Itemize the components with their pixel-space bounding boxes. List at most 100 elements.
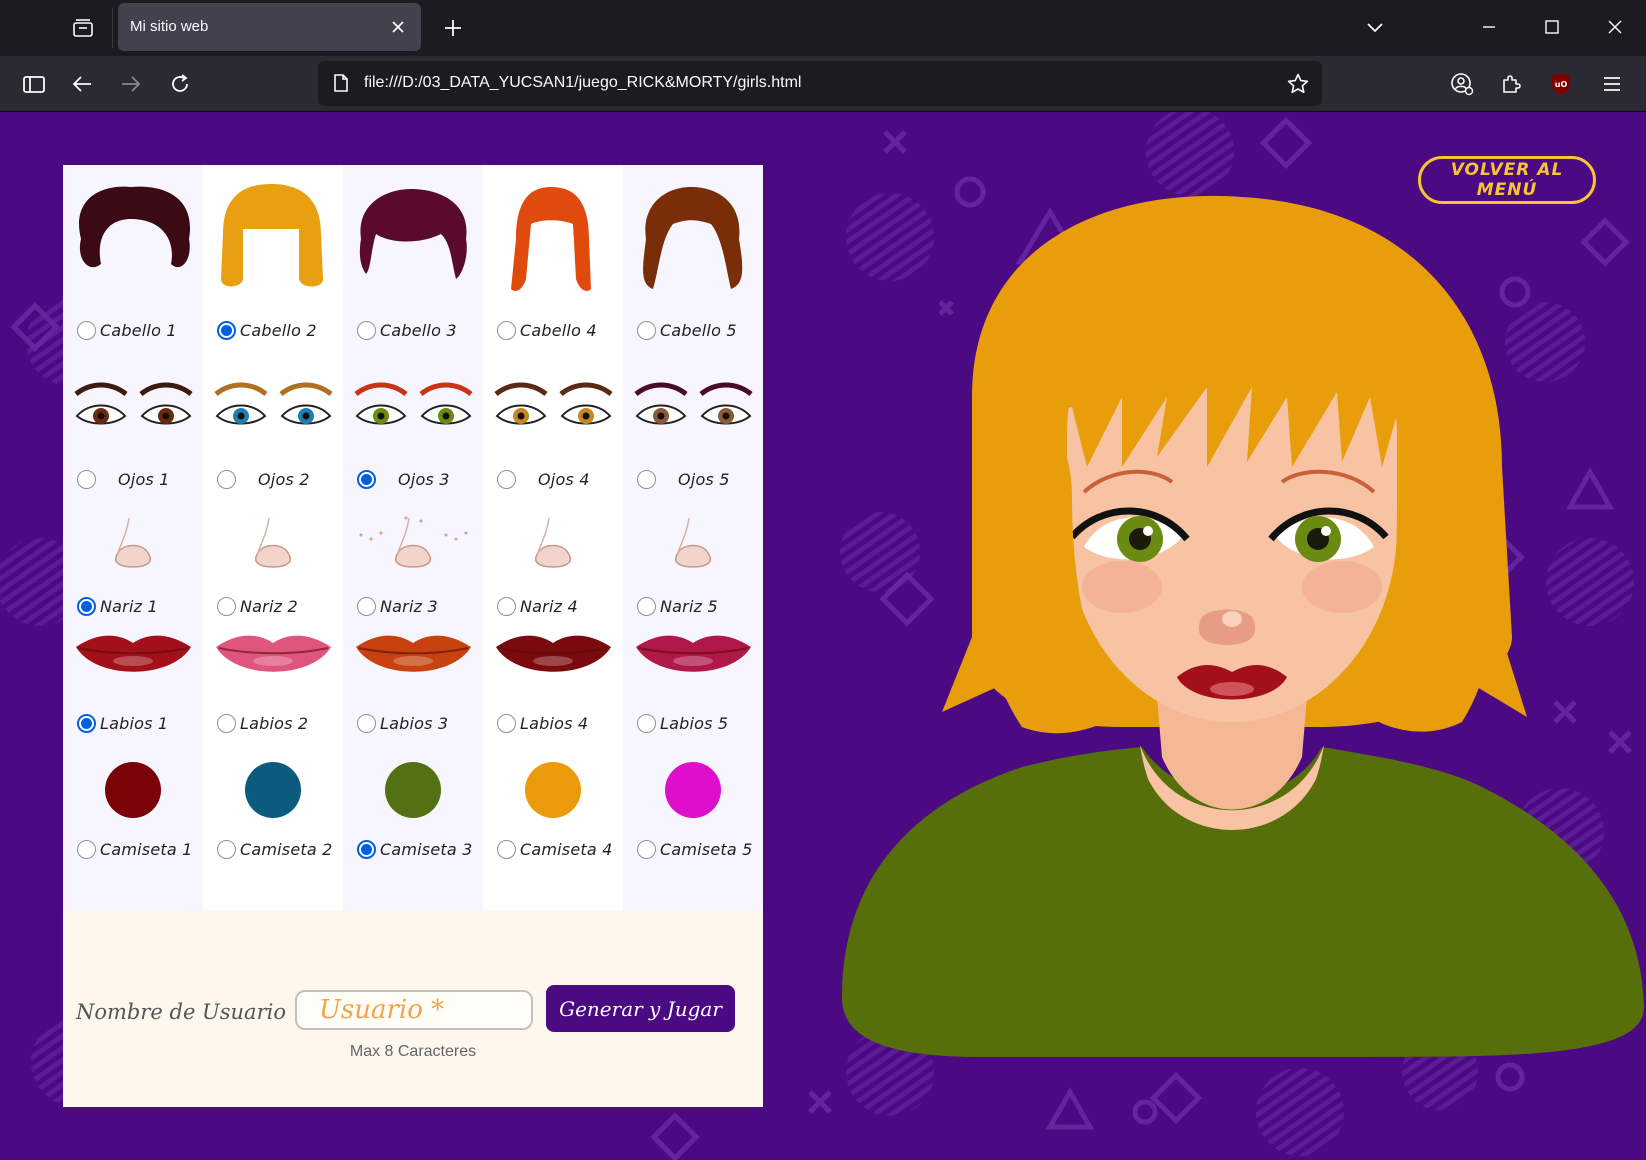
hair-thumbnail[interactable] — [63, 180, 203, 290]
eyes-radio[interactable] — [357, 470, 376, 489]
eyes-radio[interactable] — [497, 470, 516, 489]
minimize-icon[interactable] — [1466, 8, 1512, 46]
hair-thumbnail[interactable] — [343, 180, 483, 290]
shirt-thumbnail[interactable] — [623, 760, 763, 820]
username-input[interactable] — [295, 990, 533, 1030]
shirt-radio-row[interactable]: Camiseta 5 — [637, 840, 753, 859]
eyes-thumbnail[interactable] — [343, 375, 483, 445]
hair-radio[interactable] — [637, 321, 656, 340]
nose-thumbnail[interactable] — [203, 510, 343, 570]
lips-thumbnail[interactable] — [343, 620, 483, 690]
lips-label: Labios 2 — [240, 714, 309, 733]
menu-hamburger-icon[interactable] — [1594, 66, 1630, 102]
reload-icon[interactable] — [162, 66, 198, 102]
forward-icon[interactable] — [113, 66, 149, 102]
shirt-radio-row[interactable]: Camiseta 4 — [497, 840, 613, 859]
nose-radio-row[interactable]: Nariz 1 — [77, 597, 158, 616]
hair-radio[interactable] — [77, 321, 96, 340]
lips-radio-row[interactable]: Labios 4 — [497, 714, 588, 733]
hair-radio-row[interactable]: Cabello 1 — [77, 321, 177, 340]
hair-radio-row[interactable]: Cabello 2 — [217, 321, 317, 340]
chevron-down-icon[interactable] — [1352, 8, 1398, 46]
url-bar[interactable]: file:///D:/03_DATA_YUCSAN1/juego_RICK&MO… — [318, 61, 1322, 106]
lips-thumbnail[interactable] — [63, 620, 203, 690]
back-icon[interactable] — [64, 66, 100, 102]
eyes-radio-row[interactable]: Ojos 2 — [217, 470, 310, 489]
lips-thumbnail[interactable] — [203, 620, 343, 690]
lips-radio-row[interactable]: Labios 3 — [357, 714, 448, 733]
nose-radio-row[interactable]: Nariz 4 — [497, 597, 578, 616]
shirt-thumbnail[interactable] — [203, 760, 343, 820]
bookmark-star-icon[interactable] — [1286, 72, 1310, 100]
extensions-icon[interactable] — [1493, 66, 1529, 102]
shirt-radio[interactable] — [77, 840, 96, 859]
eyes-radio[interactable] — [77, 470, 96, 489]
eyes-radio[interactable] — [217, 470, 236, 489]
generate-play-button[interactable]: Generar y Jugar — [546, 985, 735, 1032]
hair-thumbnail[interactable] — [623, 180, 763, 290]
eyes-thumbnail[interactable] — [623, 375, 763, 445]
hair-thumbnail[interactable] — [483, 180, 623, 291]
lips-radio-row[interactable]: Labios 5 — [637, 714, 728, 733]
nose-thumbnail[interactable] — [343, 510, 483, 570]
sidebar-icon[interactable] — [16, 66, 52, 102]
nose-thumbnail[interactable] — [483, 510, 623, 570]
nose-radio-row[interactable]: Nariz 2 — [217, 597, 298, 616]
maximize-icon[interactable] — [1529, 8, 1575, 46]
shirt-radio[interactable] — [637, 840, 656, 859]
nose-thumbnail[interactable] — [623, 510, 763, 570]
shirt-radio-row[interactable]: Camiseta 1 — [77, 840, 193, 859]
tab-bar: Mi sitio web — [0, 0, 1646, 56]
hair-thumbnail[interactable] — [203, 180, 343, 290]
tab-list-icon[interactable] — [60, 10, 106, 46]
eyes-thumbnail[interactable] — [63, 375, 203, 445]
customizer-panel: Cabello 1 Ojos 1 Nariz 1 Labios 1 Camiseta 1… — [63, 165, 763, 1107]
nose-radio[interactable] — [217, 597, 236, 616]
nose-radio[interactable] — [497, 597, 516, 616]
eyes-radio[interactable] — [637, 470, 656, 489]
active-tab[interactable]: Mi sitio web — [118, 3, 421, 51]
nose-radio[interactable] — [357, 597, 376, 616]
lips-radio[interactable] — [217, 714, 236, 733]
eyes-radio-row[interactable]: Ojos 5 — [637, 470, 730, 489]
lips-radio[interactable] — [77, 714, 96, 733]
lips-radio[interactable] — [637, 714, 656, 733]
shirt-thumbnail[interactable] — [343, 760, 483, 820]
eyes-thumbnail[interactable] — [483, 375, 623, 445]
eyes-thumbnail[interactable] — [203, 375, 343, 445]
hair-radio-row[interactable]: Cabello 4 — [497, 321, 597, 340]
nose-radio-row[interactable]: Nariz 3 — [357, 597, 438, 616]
ublock-icon[interactable]: uO — [1543, 66, 1579, 102]
lips-thumbnail[interactable] — [483, 620, 623, 690]
nose-thumbnail[interactable] — [63, 510, 203, 570]
hair-radio[interactable] — [497, 321, 516, 340]
nose-radio-row[interactable]: Nariz 5 — [637, 597, 718, 616]
close-window-icon[interactable] — [1592, 8, 1638, 46]
shirt-thumbnail[interactable] — [483, 760, 623, 820]
eyes-radio-row[interactable]: Ojos 3 — [357, 470, 450, 489]
shirt-radio-row[interactable]: Camiseta 2 — [217, 840, 333, 859]
nose-radio[interactable] — [637, 597, 656, 616]
nose-radio[interactable] — [77, 597, 96, 616]
lips-thumbnail[interactable] — [623, 620, 763, 690]
hair-label: Cabello 1 — [100, 321, 177, 340]
hair-radio[interactable] — [357, 321, 376, 340]
hair-radio[interactable] — [217, 321, 236, 340]
shirt-radio[interactable] — [217, 840, 236, 859]
lips-radio[interactable] — [497, 714, 516, 733]
lips-radio-row[interactable]: Labios 2 — [217, 714, 308, 733]
hair-radio-row[interactable]: Cabello 5 — [637, 321, 737, 340]
shirt-radio[interactable] — [497, 840, 516, 859]
shirt-radio[interactable] — [357, 840, 376, 859]
eyes-radio-row[interactable]: Ojos 4 — [497, 470, 590, 489]
eyes-radio-row[interactable]: Ojos 1 — [77, 470, 170, 489]
account-icon[interactable] — [1444, 66, 1480, 102]
lips-radio-row[interactable]: Labios 1 — [77, 714, 168, 733]
hair-radio-row[interactable]: Cabello 3 — [357, 321, 457, 340]
shirt-thumbnail[interactable] — [63, 760, 203, 820]
lips-radio[interactable] — [357, 714, 376, 733]
close-tab-icon[interactable] — [387, 16, 409, 38]
page-icon — [332, 73, 350, 97]
shirt-radio-row[interactable]: Camiseta 3 — [357, 840, 473, 859]
new-tab-icon[interactable] — [436, 11, 470, 45]
